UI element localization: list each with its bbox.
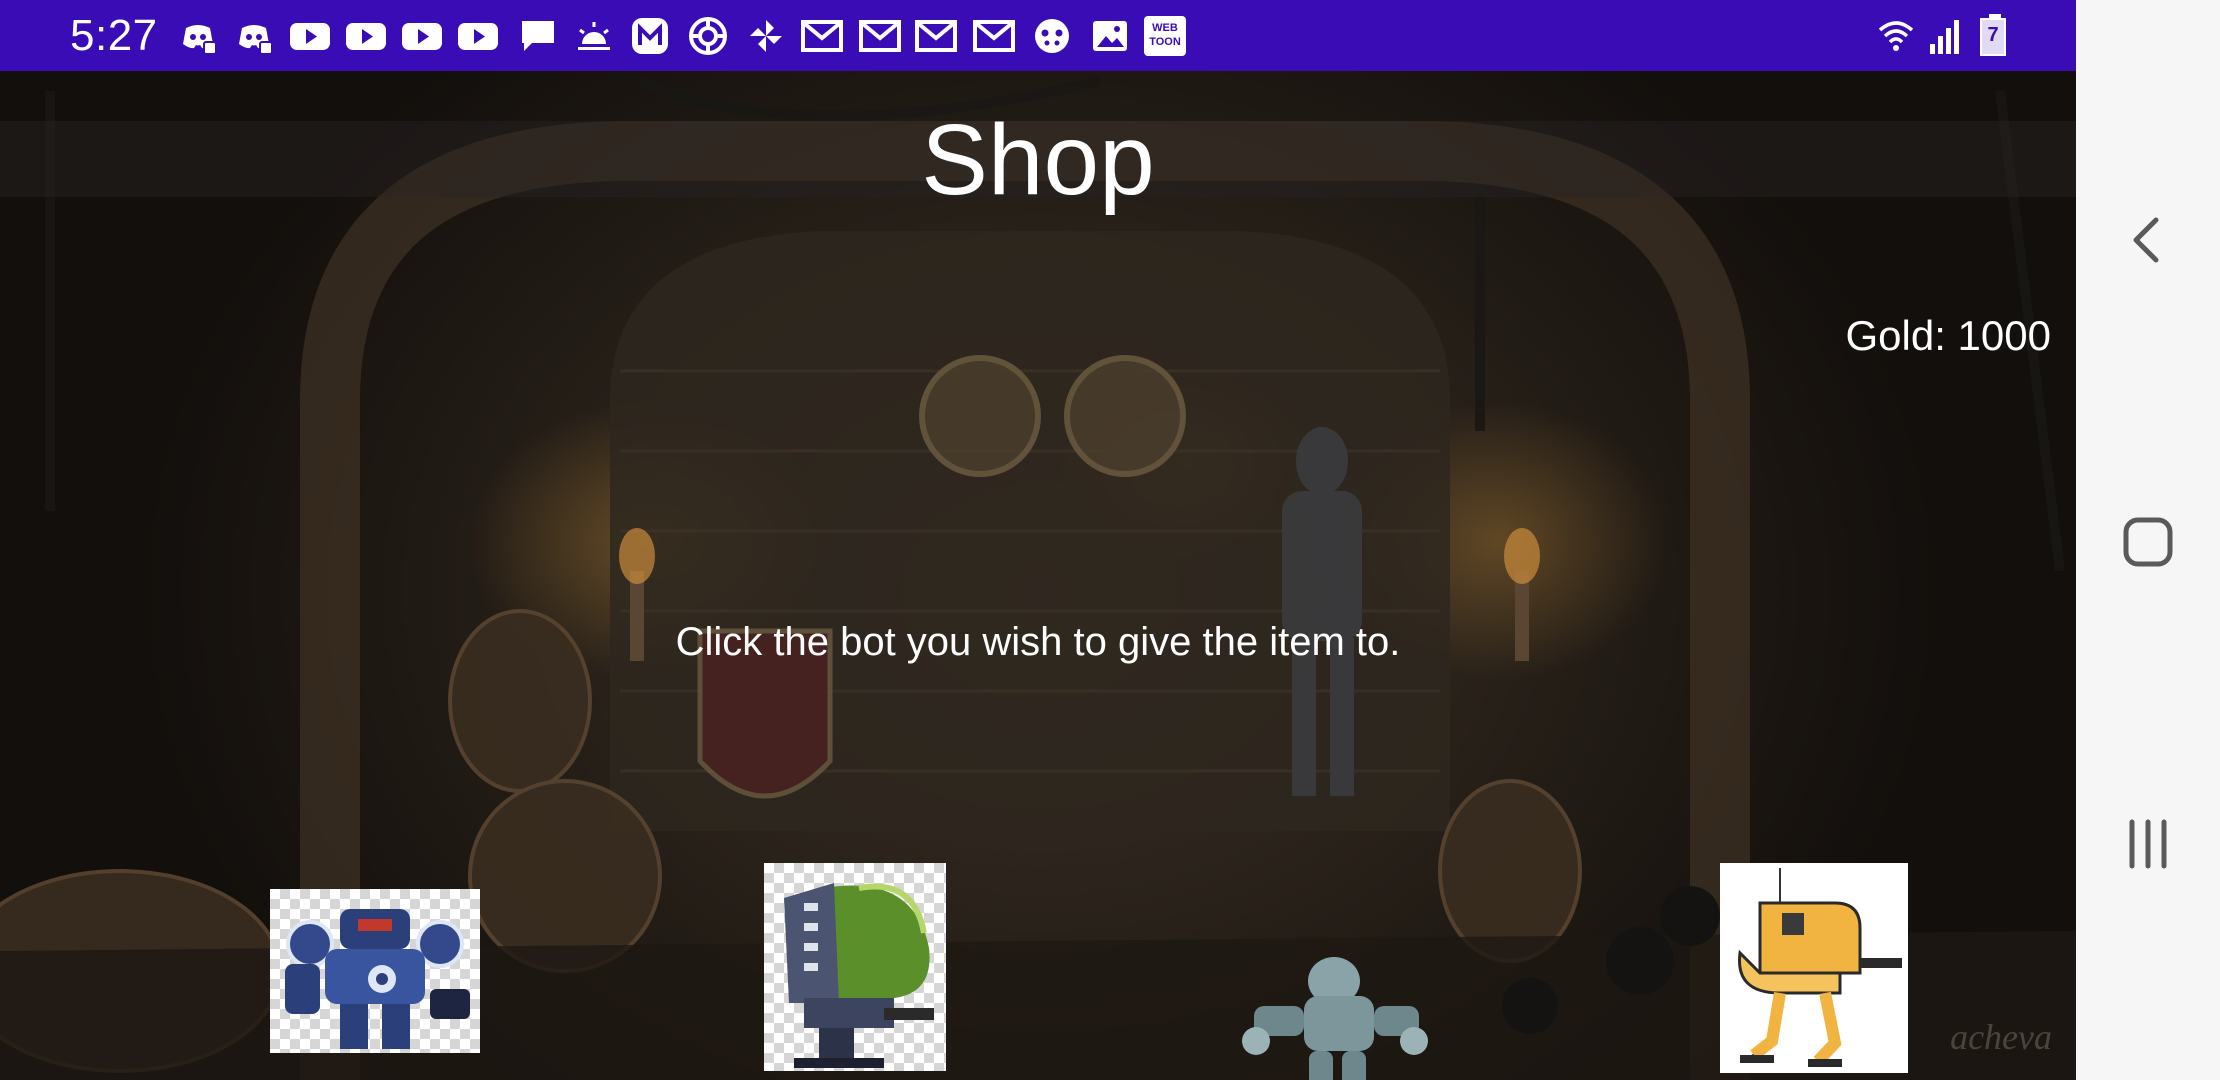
- back-button[interactable]: [2116, 208, 2180, 272]
- gmail-icon: [973, 20, 1015, 52]
- yellow-walker-bot-image: [1738, 868, 1902, 1067]
- game-icon: [1035, 19, 1069, 53]
- shop-scene: Shop Gold: 1000 Click the bot you wish t…: [0, 71, 2076, 1080]
- discord-icon: [183, 25, 217, 55]
- home-button[interactable]: [2116, 510, 2180, 574]
- artist-watermark: acheva: [1950, 1017, 2052, 1057]
- signal-icon: [1930, 20, 1959, 54]
- m-app-icon: [632, 18, 668, 54]
- gmail-icon: [801, 20, 843, 52]
- green-dome-bot[interactable]: [764, 863, 946, 1071]
- message-icon: [522, 21, 554, 51]
- webtoon-icon: WEB TOON: [1144, 16, 1186, 56]
- gallery-icon: [1093, 21, 1127, 51]
- youtube-icon: [346, 23, 386, 50]
- page-title: Shop: [921, 104, 1155, 216]
- youtube-icon: [402, 23, 442, 50]
- status-time: 5:27: [70, 11, 158, 60]
- status-bar: 5:27 WEB TOON 7: [0, 0, 2076, 71]
- wifi-icon: [1878, 21, 1914, 51]
- gmail-icon: [915, 20, 957, 52]
- youtube-icon: [290, 23, 330, 50]
- blue-mech-bot-image: [285, 909, 470, 1049]
- recent-apps-button[interactable]: [2116, 812, 2180, 876]
- discord-icon: [239, 25, 273, 55]
- target-app-icon: [689, 17, 727, 55]
- youtube-icon: [458, 23, 498, 50]
- battery-level: 7: [1987, 24, 1999, 46]
- pinwheel-icon: [750, 20, 782, 52]
- weather-sunrise-icon: [578, 22, 610, 50]
- silver-robot-bot[interactable]: [1234, 951, 1434, 1080]
- battery-icon: 7: [1980, 14, 2010, 58]
- yellow-walker-bot[interactable]: [1720, 863, 1908, 1073]
- blue-mech-bot[interactable]: [270, 889, 480, 1053]
- silver-robot-bot-image: [1242, 957, 1428, 1080]
- instruction-text: Click the bot you wish to give the item …: [675, 620, 1401, 664]
- gmail-icon: [859, 20, 901, 52]
- gold-counter: Gold: 1000: [1845, 312, 2052, 359]
- navigation-bar: [2076, 0, 2220, 1080]
- green-dome-bot-image: [784, 883, 934, 1068]
